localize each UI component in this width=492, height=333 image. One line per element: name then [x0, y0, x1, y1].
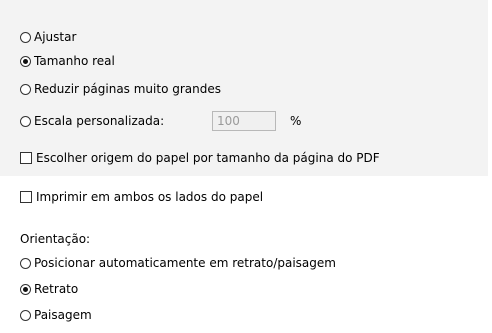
radio-option-portrait[interactable]: Retrato [20, 280, 78, 298]
radio-label: Ajustar [34, 30, 77, 44]
radio-button-icon[interactable] [20, 31, 31, 43]
print-options-panel: Ajustar Tamanho real Reduzir páginas mui… [0, 0, 492, 333]
radio-label: Tamanho real [34, 54, 115, 68]
radio-label: Posicionar automaticamente em retrato/pa… [34, 256, 336, 270]
checkbox-label: Escolher origem do papel por tamanho da … [36, 151, 380, 165]
checkbox-icon[interactable] [20, 152, 32, 164]
custom-scale-input[interactable]: 100 [212, 111, 276, 131]
radio-option-custom-scale[interactable]: Escala personalizada: [20, 112, 164, 130]
radio-button-checked-icon[interactable] [20, 55, 31, 67]
radio-option-actual-size[interactable]: Tamanho real [20, 52, 115, 70]
paper-source-by-pdf-size-checkbox[interactable]: Escolher origem do papel por tamanho da … [20, 149, 380, 167]
checkbox-icon[interactable] [20, 191, 32, 203]
radio-option-shrink-oversized[interactable]: Reduzir páginas muito grandes [20, 80, 221, 98]
radio-button-icon[interactable] [20, 115, 31, 127]
radio-button-icon[interactable] [20, 309, 31, 321]
radio-button-icon[interactable] [20, 257, 31, 269]
radio-label: Escala personalizada: [34, 114, 165, 128]
radio-option-landscape[interactable]: Paisagem [20, 306, 92, 324]
radio-option-fit[interactable]: Ajustar [20, 28, 76, 46]
radio-label: Retrato [34, 282, 79, 296]
radio-label: Reduzir páginas muito grandes [34, 82, 221, 96]
orientation-heading: Orientação: [20, 232, 91, 246]
duplex-checkbox[interactable]: Imprimir em ambos os lados do papel [20, 188, 263, 206]
radio-label: Paisagem [34, 308, 92, 322]
radio-button-icon[interactable] [20, 83, 31, 95]
radio-button-checked-icon[interactable] [20, 283, 31, 295]
checkbox-label: Imprimir em ambos os lados do papel [36, 190, 264, 204]
page-sizing-section: Ajustar Tamanho real Reduzir páginas mui… [0, 0, 488, 176]
radio-option-auto-orientation[interactable]: Posicionar automaticamente em retrato/pa… [20, 254, 336, 272]
percent-label: % [290, 114, 302, 128]
